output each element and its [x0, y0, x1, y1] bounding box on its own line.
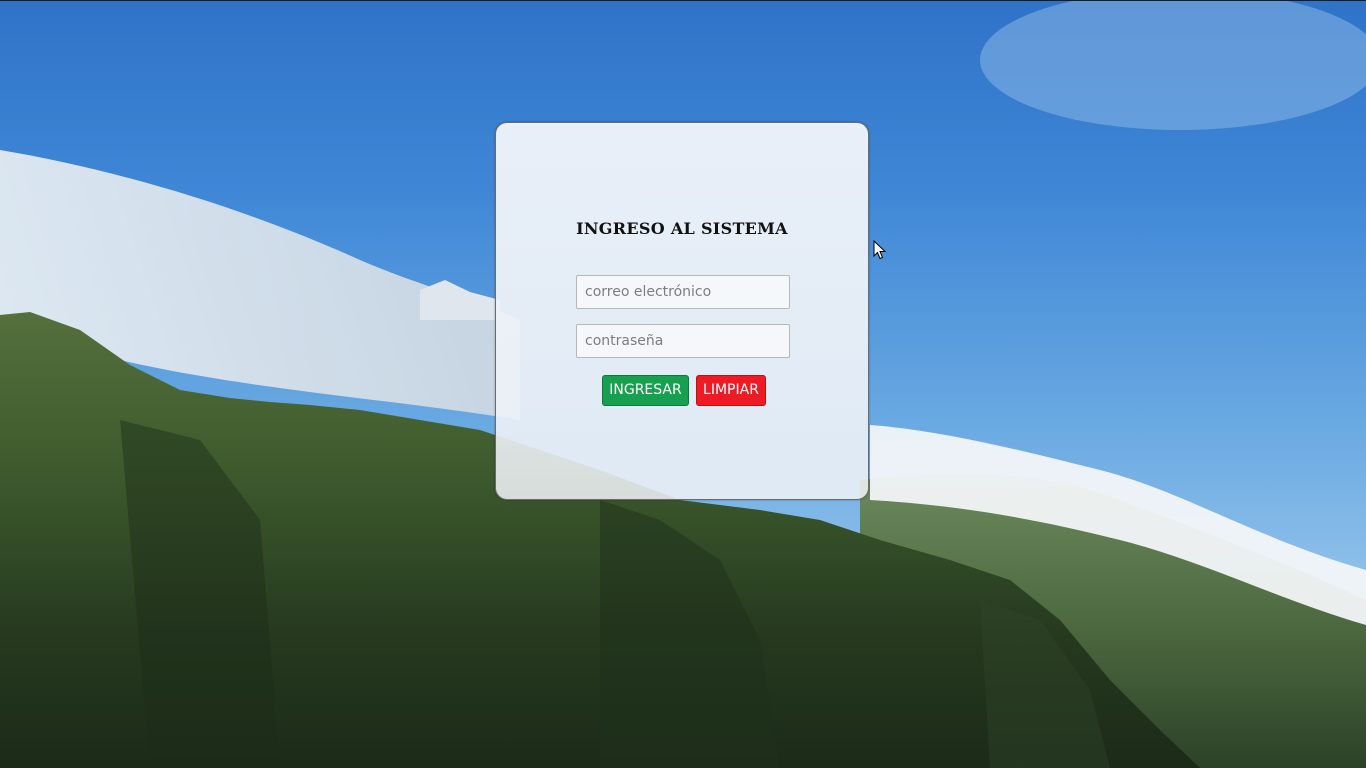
password-field[interactable]	[576, 324, 790, 358]
mouse-cursor-icon	[873, 239, 887, 264]
email-field[interactable]	[576, 275, 790, 309]
top-border	[0, 0, 1366, 1]
limpiar-button[interactable]: LIMPIAR	[696, 375, 766, 406]
login-title: INGRESO AL SISTEMA	[576, 219, 788, 238]
login-panel: INGRESO AL SISTEMA INGRESAR LIMPIAR	[495, 122, 869, 500]
ingresar-button[interactable]: INGRESAR	[602, 375, 689, 406]
